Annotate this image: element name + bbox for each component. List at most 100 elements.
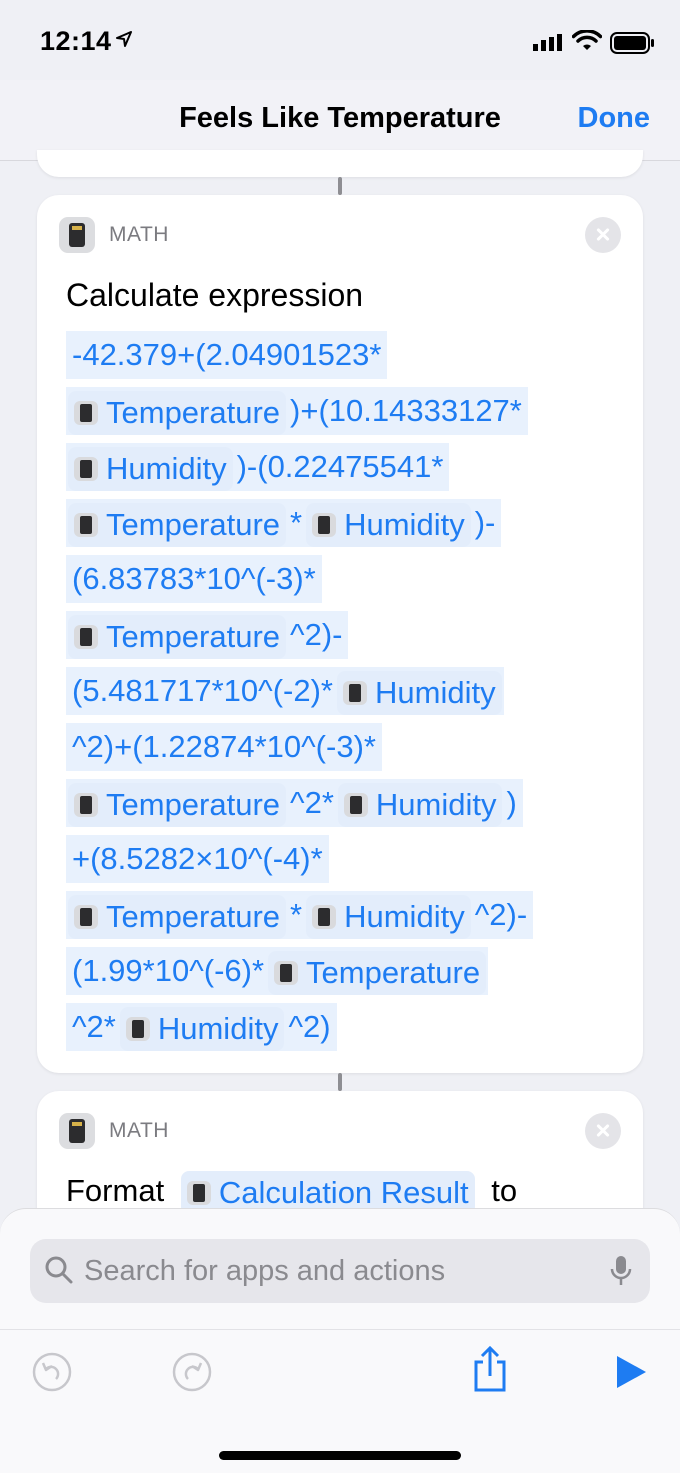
- expression-text: ): [506, 784, 517, 820]
- expression-line: Temperature ^2* Humidity): [66, 773, 643, 829]
- action-connector: [338, 177, 342, 195]
- variable-label: Humidity: [375, 674, 496, 710]
- humidity-variable[interactable]: Humidity: [337, 670, 502, 715]
- format-label: Format: [66, 1173, 165, 1209]
- expression-line-highlight: +(8.5282×10^(-4)*: [66, 834, 329, 883]
- play-icon[interactable]: [614, 1354, 648, 1390]
- expression-text: ^2)+(1.22874*10^(-3)*: [72, 728, 376, 764]
- home-indicator: [219, 1451, 461, 1460]
- search-input[interactable]: Search for apps and actions: [30, 1239, 650, 1303]
- card-category-label: MATH: [109, 223, 169, 246]
- status-time: 12:14: [40, 26, 112, 56]
- temperature-variable[interactable]: Temperature: [68, 782, 287, 827]
- expression-text: )-(0.22475541*: [236, 448, 444, 484]
- humidity-variable[interactable]: Humidity: [337, 782, 503, 827]
- action-title: Calculate expression: [66, 277, 364, 313]
- calculator-icon: [74, 904, 98, 929]
- temperature-variable[interactable]: Temperature: [268, 950, 487, 995]
- expression-line: -42.379+(2.04901523*: [66, 325, 643, 381]
- humidity-variable[interactable]: Humidity: [306, 502, 471, 547]
- variable-label: Humidity: [375, 786, 497, 822]
- done-button[interactable]: Done: [578, 102, 651, 135]
- remove-action-button[interactable]: [585, 1113, 621, 1149]
- calculator-icon: [343, 680, 367, 705]
- expression-line: (5.481717*10^(-2)* Humidity: [66, 661, 643, 717]
- search-placeholder: Search for apps and actions: [84, 1255, 446, 1287]
- humidity-variable[interactable]: Humidity: [119, 1006, 285, 1051]
- expression-line: (6.83783*10^(-3)*: [66, 549, 643, 605]
- calculator-icon: [125, 1016, 150, 1041]
- calculator-icon: [186, 1181, 211, 1205]
- redo-icon[interactable]: [172, 1352, 212, 1392]
- variable-label: Temperature: [106, 786, 281, 822]
- expression-text: )+(10.14333127*: [290, 392, 522, 428]
- expression-line: ^2* Humidity ^2): [66, 997, 643, 1053]
- expression-text: )-: [474, 504, 496, 540]
- expression-text: ^2): [288, 1008, 331, 1044]
- variable-label: Humidity: [106, 450, 227, 486]
- action-connector: [338, 1073, 342, 1091]
- calculator-icon: [74, 456, 98, 481]
- expression-line-highlight: Humidity)-(0.22475541*: [66, 442, 450, 491]
- expression-line: Humidity)-(0.22475541*: [66, 437, 643, 493]
- expression-text: ^2)-: [474, 896, 528, 932]
- calculator-icon: [74, 624, 98, 649]
- search-icon: [45, 1256, 73, 1284]
- temperature-variable[interactable]: Temperature: [68, 614, 287, 659]
- calculator-icon: [74, 400, 98, 425]
- humidity-variable[interactable]: Humidity: [68, 446, 233, 491]
- expression-text: *: [290, 896, 303, 932]
- expression-line: Temperature ^2)-: [66, 605, 643, 661]
- nav-bar: Feels Like Temperature Done: [0, 80, 680, 161]
- calculate-expression-card[interactable]: MATH Calculate expression -42.379+(2.049…: [37, 195, 643, 1073]
- battery-icon: [610, 32, 654, 54]
- variable-label: Temperature: [106, 618, 281, 654]
- expression-line: ^2)+(1.22874*10^(-3)*: [66, 717, 643, 773]
- calculator-icon: [343, 792, 368, 817]
- variable-label: Temperature: [306, 954, 481, 990]
- remove-action-button[interactable]: [585, 217, 621, 253]
- location-arrow-icon: [116, 31, 132, 47]
- calculator-icon: [74, 512, 98, 537]
- actions-search-sheet: Search for apps and actions: [0, 1208, 680, 1473]
- calculator-icon: [312, 904, 337, 929]
- temperature-variable[interactable]: Temperature: [68, 894, 287, 939]
- wifi-icon: [572, 30, 602, 50]
- share-icon[interactable]: [470, 1344, 510, 1394]
- expression-text: ^2*: [290, 784, 334, 820]
- expression-line-highlight: (1.99*10^(-6)* Temperature: [66, 946, 489, 995]
- microphone-icon[interactable]: [610, 1255, 632, 1287]
- expression-line-highlight: ^2)+(1.22874*10^(-3)*: [66, 722, 382, 771]
- expression-line-highlight: Temperature ^2)-: [66, 610, 349, 659]
- expression-text: ^2*: [72, 1008, 116, 1044]
- expression-line-highlight: Temperature ^2* Humidity): [66, 778, 523, 827]
- variable-label: Humidity: [157, 1010, 279, 1046]
- expression-text: (6.83783*10^(-3)*: [72, 560, 316, 596]
- temperature-variable[interactable]: Temperature: [68, 390, 287, 435]
- calculator-icon: [312, 512, 337, 537]
- undo-icon[interactable]: [32, 1352, 72, 1392]
- expression-line: (1.99*10^(-6)* Temperature: [66, 941, 643, 997]
- calculator-icon: [59, 1113, 95, 1149]
- expression-line-highlight: ^2* Humidity ^2): [66, 1002, 337, 1051]
- previous-action-card[interactable]: [37, 150, 643, 177]
- calculator-icon: [274, 960, 299, 985]
- expression-text: *: [290, 504, 303, 540]
- expression-line-highlight: (5.481717*10^(-2)* Humidity: [66, 666, 504, 715]
- to-label: to: [491, 1173, 518, 1209]
- expression-line: Temperature)+(10.14333127*: [66, 381, 643, 437]
- temperature-variable[interactable]: Temperature: [68, 502, 287, 547]
- card-category-label: MATH: [109, 1119, 169, 1142]
- expression-line-highlight: Temperature)+(10.14333127*: [66, 386, 528, 435]
- expression-text: (5.481717*10^(-2)*: [72, 672, 333, 708]
- calculator-icon: [59, 217, 95, 253]
- expression-text: ^2)-: [290, 616, 343, 652]
- editor-toolbar: [0, 1329, 680, 1420]
- humidity-variable[interactable]: Humidity: [306, 894, 471, 939]
- status-bar: 12:14: [0, 0, 680, 80]
- expression-text: (1.99*10^(-6)*: [72, 952, 265, 988]
- expression-line-highlight: Temperature * Humidity)-: [66, 498, 502, 547]
- expression-field[interactable]: -42.379+(2.04901523* Temperature)+(10.143…: [66, 325, 643, 1053]
- variable-label: Temperature: [106, 898, 281, 934]
- variable-label: Temperature: [106, 506, 281, 542]
